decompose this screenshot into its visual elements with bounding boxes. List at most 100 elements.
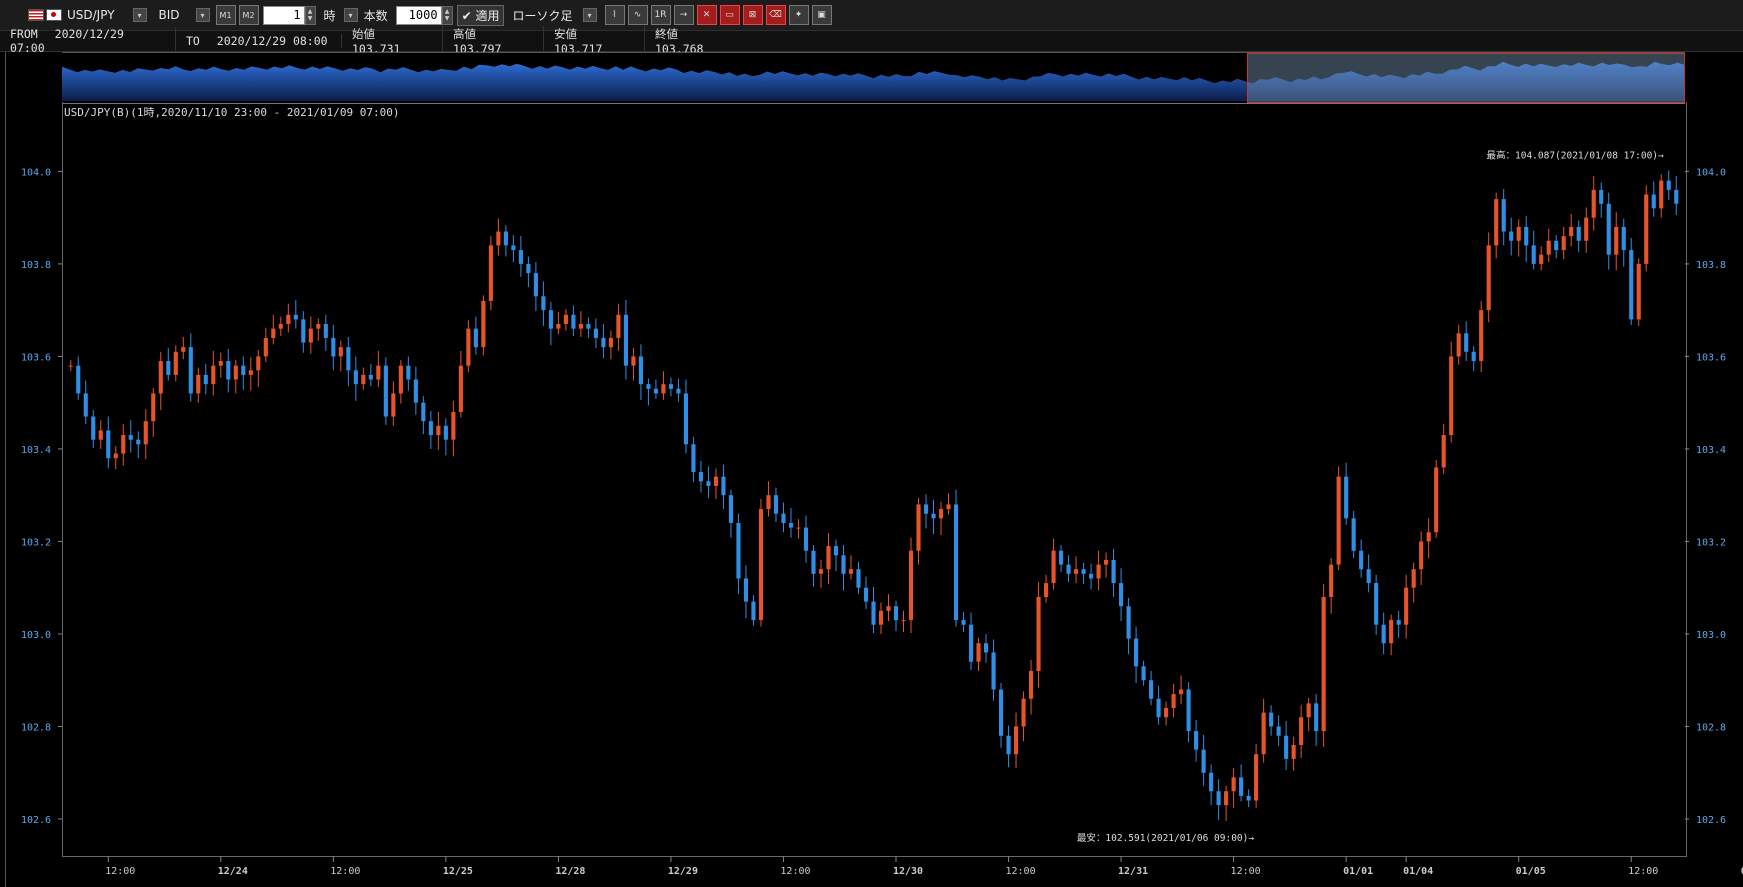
candle-body <box>623 314 628 366</box>
candle-body <box>593 328 598 338</box>
candle-body <box>271 328 276 338</box>
candle-body <box>526 263 531 274</box>
candle-body <box>1224 791 1229 806</box>
candle-body <box>848 569 854 574</box>
candle-body <box>541 296 546 311</box>
x-tick-label: 01/04 <box>1403 866 1433 877</box>
candle-body <box>166 361 171 375</box>
candle-body <box>893 606 899 621</box>
candle-body <box>1501 199 1506 232</box>
candle-body <box>871 601 876 625</box>
candle-body <box>586 324 591 329</box>
candle-body <box>1666 180 1671 190</box>
candlestick-chart[interactable]: 104.0 104.0 103.8 103.8 103.6 103.6 103.4 103.4… <box>0 0 1743 887</box>
candle-body <box>113 453 118 459</box>
candle-body <box>616 314 621 338</box>
candle-body <box>466 328 471 366</box>
candle-body <box>1636 263 1641 320</box>
candle-body <box>1201 749 1206 773</box>
candle-body <box>451 411 456 440</box>
candle-body <box>1464 333 1469 352</box>
candle-body <box>496 231 501 246</box>
x-tick-label: 12/29 <box>668 866 698 877</box>
candle-body <box>1209 772 1214 792</box>
candle-body <box>226 361 231 380</box>
candle-body <box>1359 550 1364 570</box>
candle-body <box>983 643 989 653</box>
y-tick-label-right: 103.0 <box>1696 630 1726 641</box>
candle-body <box>1164 707 1169 718</box>
candle-body <box>1284 735 1289 759</box>
candle-body <box>1216 791 1221 806</box>
candle-body <box>1051 550 1056 584</box>
candle-body <box>1344 476 1349 519</box>
candle-body <box>1276 726 1281 736</box>
candle-body <box>698 472 704 482</box>
candle-body <box>1434 467 1439 533</box>
candle-body <box>676 388 681 394</box>
candle-body <box>211 365 216 385</box>
candle-body <box>1119 583 1124 607</box>
y-tick-label-left: 104.0 <box>21 167 51 178</box>
candle-body <box>683 393 689 445</box>
candle-body <box>293 314 298 320</box>
candle-body <box>473 328 478 348</box>
candle-body <box>931 513 936 519</box>
candle-body <box>968 624 974 662</box>
candle-body <box>863 587 869 602</box>
candle-body <box>773 495 779 514</box>
candle-body <box>301 319 306 343</box>
candle-body <box>601 337 606 348</box>
candle-body <box>121 435 126 454</box>
candle-body <box>1299 717 1304 745</box>
candle-body <box>638 356 643 385</box>
candle-body <box>83 393 88 417</box>
candle-body <box>151 393 156 422</box>
candle-body <box>1006 735 1011 755</box>
candle-body <box>286 314 291 325</box>
candle-body <box>1381 624 1386 644</box>
candle-body <box>946 504 951 510</box>
candle-body <box>361 374 366 385</box>
candle-body <box>1546 240 1551 255</box>
x-tick-label: 01/05 <box>1516 866 1546 877</box>
candle-body <box>1494 199 1499 246</box>
candle-body <box>781 513 786 523</box>
candle-body <box>1336 476 1341 565</box>
candle-body <box>323 324 328 338</box>
candle-body <box>256 356 261 371</box>
candle-body <box>443 425 448 440</box>
candle-body <box>353 370 358 385</box>
candle-body <box>1554 240 1559 251</box>
candle-body <box>391 393 396 417</box>
candle-body <box>76 365 81 394</box>
candle-body <box>1036 596 1041 671</box>
y-tick-label-right: 103.2 <box>1696 537 1726 548</box>
candle-body <box>241 365 246 375</box>
candle-body <box>1516 226 1521 241</box>
candle-body <box>1621 226 1626 251</box>
candle-body <box>518 250 523 264</box>
candle-body <box>571 314 576 329</box>
candle-body <box>106 430 111 459</box>
candle-body <box>1599 189 1604 204</box>
candle-body <box>833 546 839 556</box>
candle-body <box>1486 245 1491 311</box>
candle-body <box>818 569 824 574</box>
candle-body <box>398 365 403 394</box>
candle-body <box>308 328 313 343</box>
y-tick-label-left: 103.8 <box>21 260 51 271</box>
candle-body <box>953 504 959 621</box>
candle-body <box>713 476 719 486</box>
candle-body <box>923 504 929 514</box>
candle-body <box>458 365 463 412</box>
y-tick-label-left: 103.2 <box>21 537 51 548</box>
candle-body <box>503 231 508 246</box>
candle-body <box>533 273 538 297</box>
candle-body <box>383 365 388 417</box>
candle-body <box>1674 189 1679 204</box>
candle-body <box>1614 226 1619 255</box>
candle-body <box>1194 731 1199 750</box>
candle-body <box>998 689 1004 736</box>
candle-body <box>991 652 996 690</box>
